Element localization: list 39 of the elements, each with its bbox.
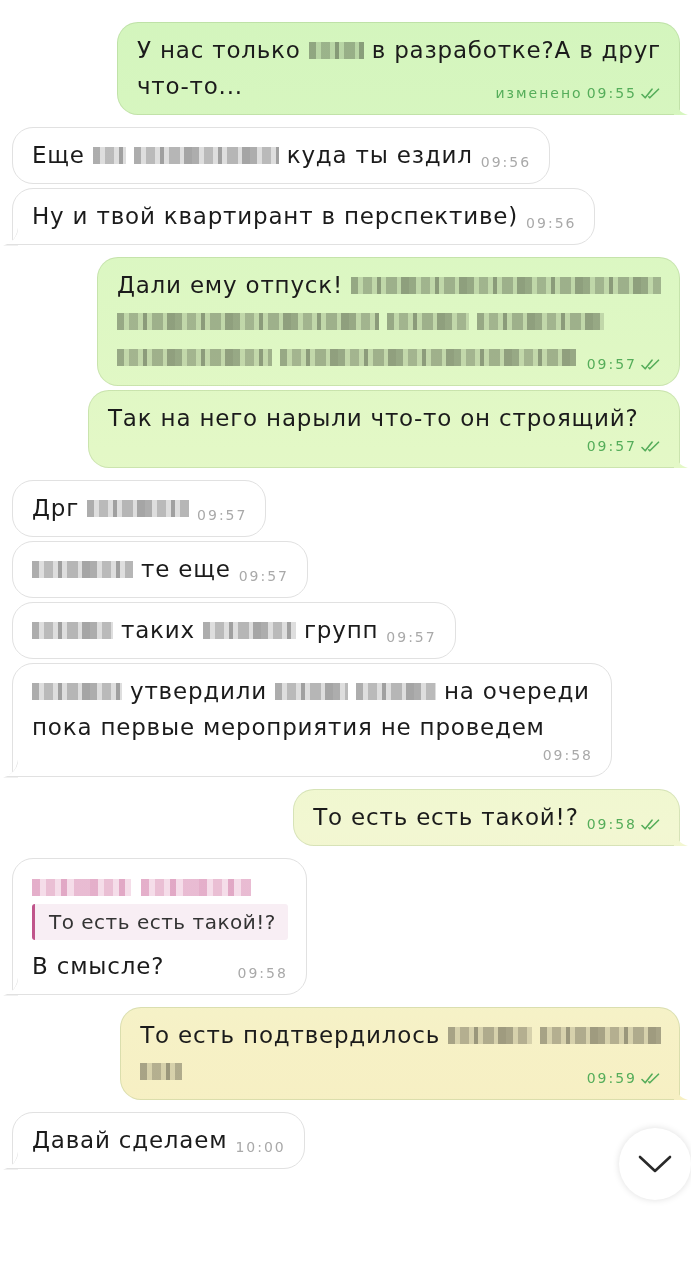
message-text: таких: [121, 616, 195, 645]
redacted-text: [140, 1062, 183, 1080]
chevron-down-icon: [638, 1155, 672, 1173]
redacted-text: [92, 146, 126, 164]
message-time: 09:58: [237, 964, 288, 983]
message-text: Дали ему отпуск!: [116, 271, 343, 300]
message-text: Еще: [32, 141, 85, 170]
message-text: на очереди: [444, 677, 590, 706]
edited-label: изменено: [495, 84, 583, 103]
message-text: пока первые мероприятия не проведем: [32, 713, 545, 742]
message-text: Ну и твой квартирант в перспективе): [32, 202, 519, 231]
message-time: 09:56: [480, 153, 532, 172]
message-time: 09:56: [526, 214, 577, 233]
message-time: 10:00: [235, 1138, 286, 1157]
message-time: 09:55: [586, 84, 637, 103]
message-text: Так на него нарыли что-то он строящий?: [108, 404, 639, 433]
message-text: Дрг: [32, 494, 80, 523]
message-text: групп: [303, 616, 379, 645]
message-text: утвердили: [130, 677, 267, 706]
message-text: То есть подтвердилось: [140, 1021, 440, 1050]
message-time: 09:57: [386, 628, 437, 647]
message-text: У нас только: [137, 36, 301, 65]
message-time: 09:57: [238, 567, 289, 586]
message-text: те еще: [141, 555, 231, 584]
scroll-down-button[interactable]: [619, 1128, 691, 1200]
message-time: 09:57: [586, 355, 637, 374]
message-time: 09:57: [586, 437, 637, 456]
message-text: В смысле?: [32, 952, 165, 981]
message-time: 09:57: [197, 506, 248, 525]
message-time: 09:58: [542, 746, 593, 765]
message-text: куда ты ездил: [286, 141, 473, 170]
message-text: что-то...: [137, 72, 243, 101]
message-text: То есть есть такой!?: [313, 803, 579, 832]
message-text: Давай сделаем: [32, 1126, 228, 1155]
message-time: 09:59: [586, 1069, 637, 1088]
reply-quote[interactable]: То есть есть такой!?: [32, 904, 288, 940]
redacted-text: [308, 41, 364, 59]
message-text: в разработке?А в друг: [371, 36, 661, 65]
message-time: 09:58: [586, 815, 637, 834]
